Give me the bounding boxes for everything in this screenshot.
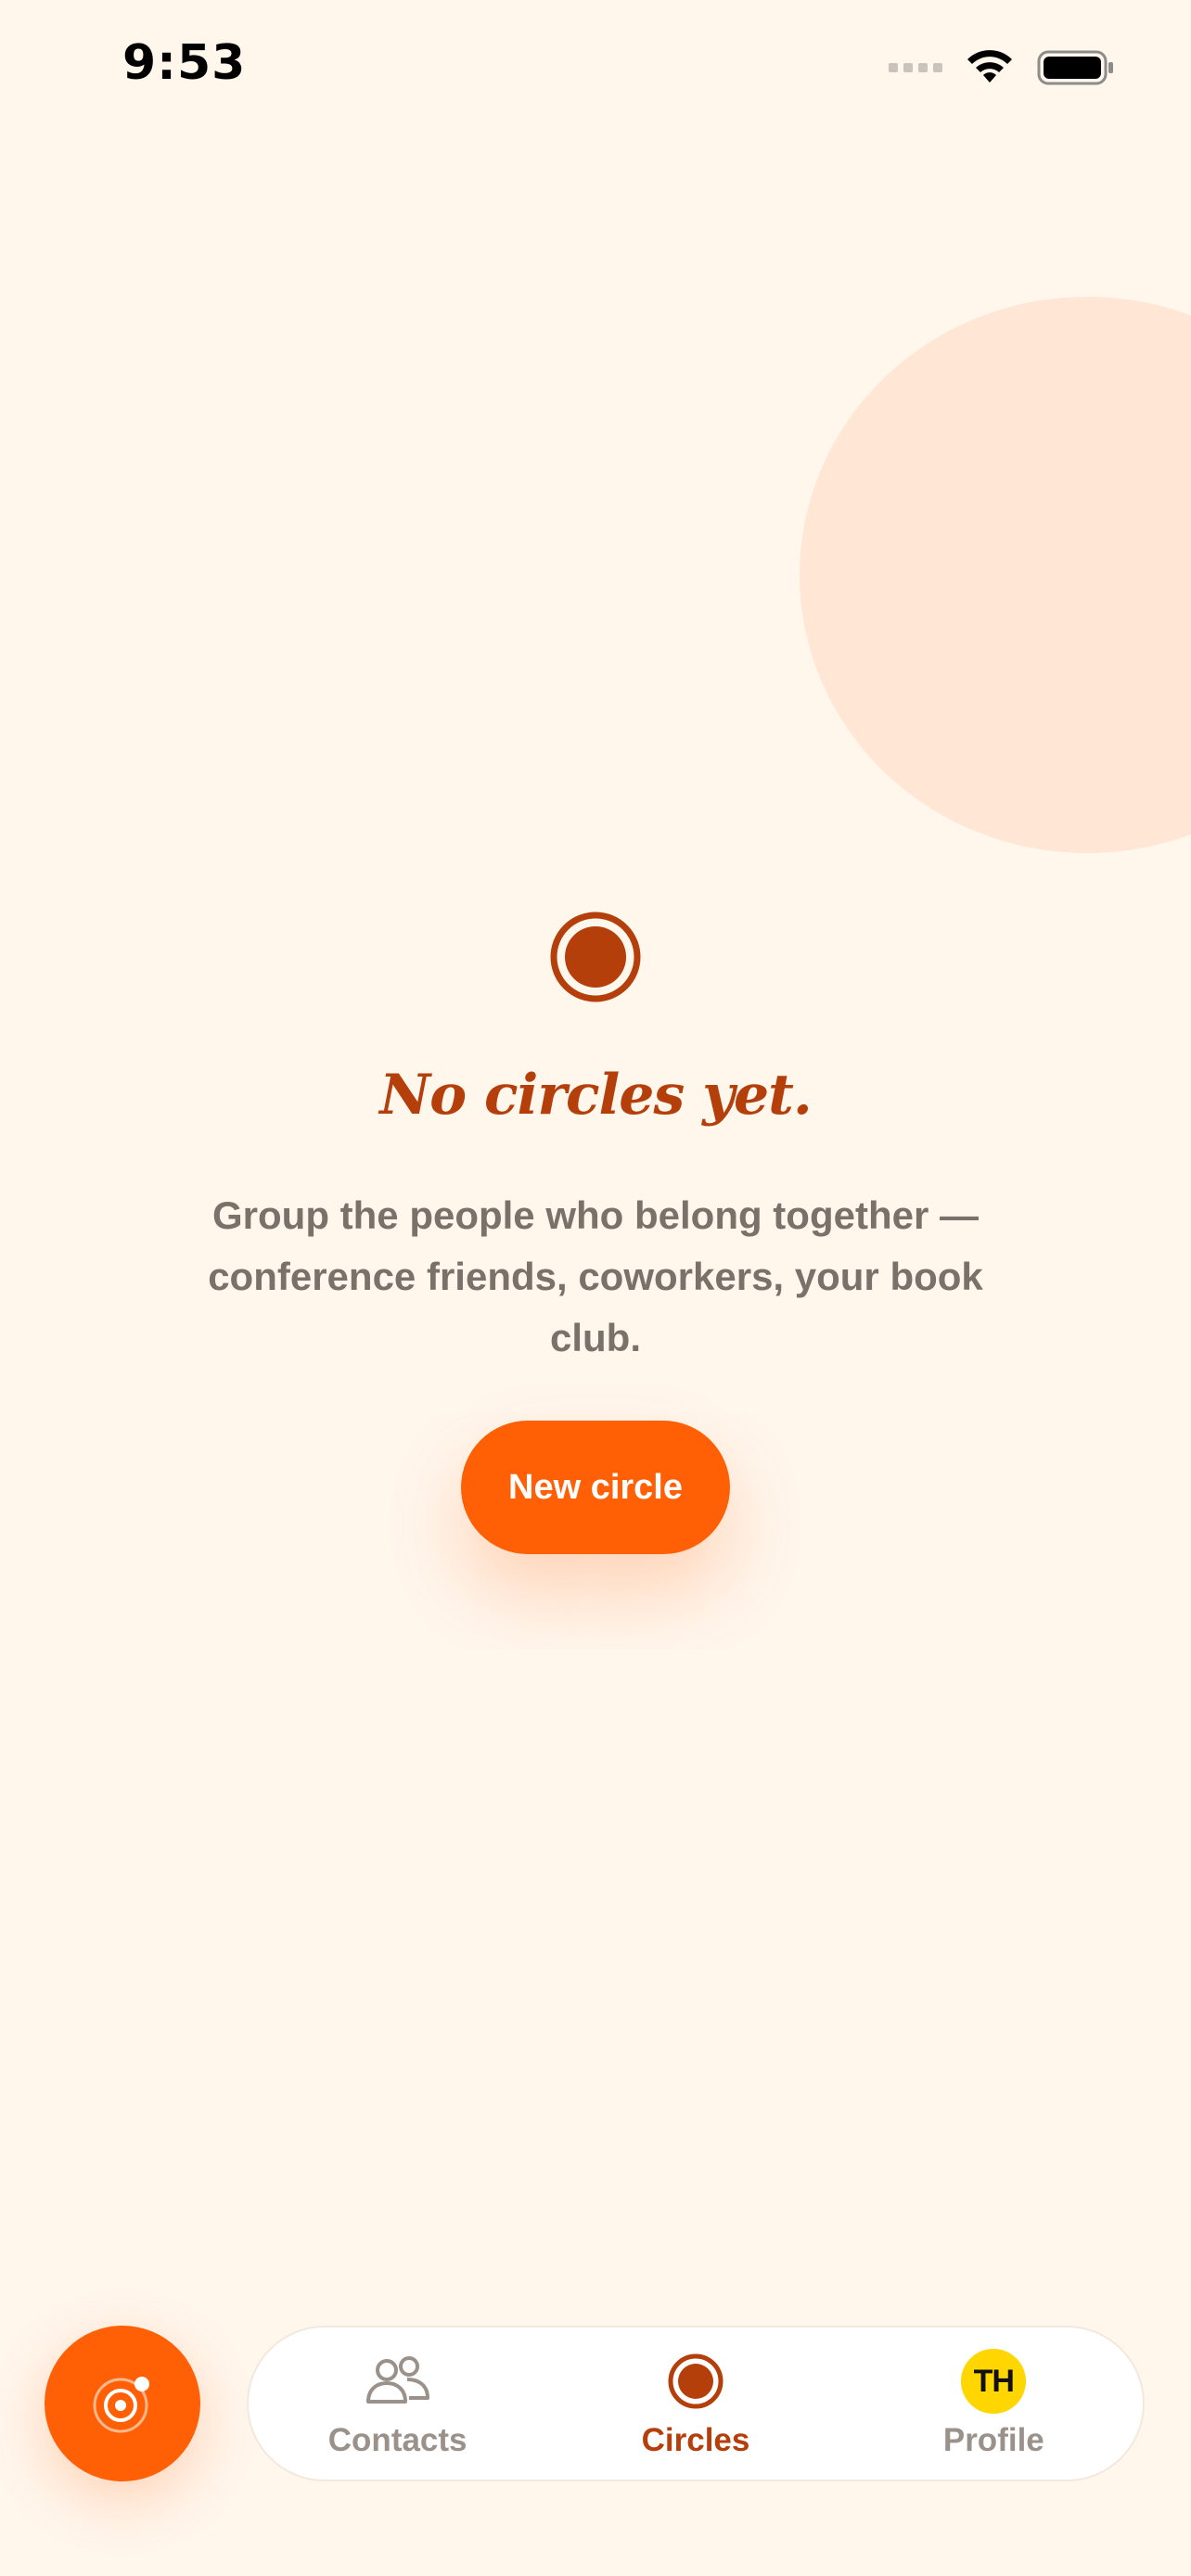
- tab-profile[interactable]: TH Profile: [864, 2334, 1123, 2473]
- circle-icon: [668, 2353, 724, 2409]
- tab-contacts[interactable]: Contacts: [268, 2334, 528, 2473]
- radar-fab-button[interactable]: [45, 2326, 200, 2481]
- people-icon: [365, 2356, 429, 2404]
- circle-target-icon: [550, 912, 641, 1002]
- empty-state-description: Group the people who belong together — c…: [208, 1193, 983, 1359]
- new-circle-button[interactable]: New circle: [461, 1421, 730, 1554]
- avatar: TH: [961, 2349, 1027, 2414]
- signal-dots-icon: [889, 63, 942, 72]
- empty-state: No circles yet. Group the people who bel…: [0, 909, 1191, 1554]
- tab-circles-label: Circles: [641, 2422, 750, 2458]
- tab-profile-label: Profile: [942, 2422, 1044, 2458]
- status-time: 9:53: [122, 35, 247, 91]
- status-icons: [889, 45, 1115, 91]
- decorative-blob: [800, 297, 1191, 853]
- wifi-icon: [967, 50, 1012, 83]
- tab-bar: Contacts Circles TH Profile: [247, 2326, 1145, 2481]
- circles-screen: 9:53 No circles yet. Group the people wh…: [0, 0, 1191, 2576]
- radar-icon: [93, 2377, 149, 2433]
- tab-circles[interactable]: Circles: [566, 2334, 826, 2473]
- empty-state-title: No circles yet.: [379, 1063, 812, 1128]
- tab-contacts-label: Contacts: [327, 2422, 467, 2458]
- battery-icon: [1037, 50, 1113, 85]
